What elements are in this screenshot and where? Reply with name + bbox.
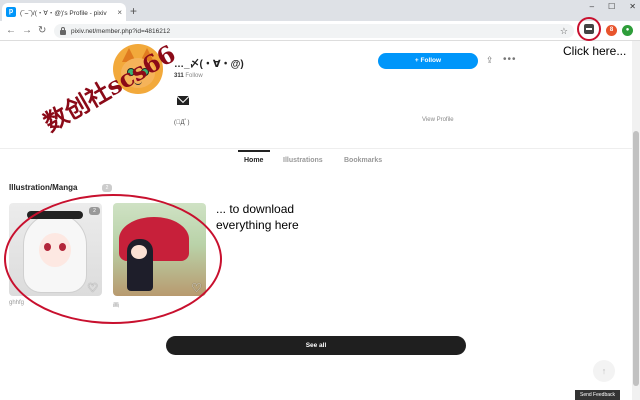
address-bar[interactable]: pixiv.net/member.php?id=4816212 ☆ [54,24,574,38]
work-owner-1[interactable]: ghhfg [9,300,24,306]
tab-title: (‾⌣‾)/(・∀・@)'s Profile - pixiv [20,9,107,17]
reload-button[interactable]: ↻ [38,24,46,38]
follow-button[interactable]: + Follow [378,53,478,69]
scrollbar-thumb[interactable] [633,131,639,386]
new-tab-button[interactable]: + [130,4,137,18]
view-profile-link[interactable]: View Profile [422,117,454,123]
page-scrollbar[interactable] [632,41,640,400]
mail-icon[interactable] [177,96,189,105]
minimize-button[interactable]: – [590,2,594,11]
back-button[interactable]: ← [6,24,16,38]
extension-badge-icon[interactable]: 8 [606,25,617,36]
browser-toolbar: ← → ↻ pixiv.net/member.php?id=4816212 ☆ … [0,21,640,41]
more-options-icon[interactable]: ••• [503,54,517,65]
tabs-divider [0,148,632,149]
maximize-button[interactable]: ☐ [608,2,615,11]
active-tab-indicator [238,150,270,152]
tab-close-icon[interactable]: × [117,8,122,17]
tab-bookmarks[interactable]: Bookmarks [344,157,382,164]
forward-button[interactable]: → [22,24,32,38]
extension-highlight-circle [577,17,601,41]
browser-tab[interactable]: p (‾⌣‾)/(・∀・@)'s Profile - pixiv × [2,3,126,21]
section-title: Illustration/Manga [9,183,78,192]
bookmark-star-icon[interactable]: ☆ [560,26,568,37]
follow-count-label: Follow [185,73,203,79]
screenshot-root: p (‾⌣‾)/(・∀・@)'s Profile - pixiv × + – ☐… [0,0,640,400]
follow-count-number: 311 [174,73,184,79]
share-icon[interactable]: ⇪ [486,55,494,66]
section-count-badge: 2 [102,184,112,192]
annotation-download-text: ... to download everything here [216,201,299,233]
annotation-download-line2: everything here [216,218,299,232]
browser-tabbar: p (‾⌣‾)/(・∀・@)'s Profile - pixiv × + – ☐… [0,0,640,21]
pixiv-favicon-icon: p [6,7,16,17]
url-text[interactable]: pixiv.net/member.php?id=4816212 [71,28,560,35]
window-controls: – ☐ ✕ [590,2,636,11]
lock-icon [60,26,66,35]
annotation-red-oval [4,194,222,324]
follow-count[interactable]: 311 Follow [174,73,203,79]
send-feedback-button[interactable]: Send Feedback [575,390,620,400]
annotation-download-line1: ... to download [216,202,295,216]
scroll-to-top-icon[interactable]: ↑ [593,360,615,382]
extension-green-icon[interactable]: ● [622,25,633,36]
watermark-text: 数创社scs66 [38,38,181,138]
profile-tabs: Home Illustrations Bookmarks [0,150,632,172]
tab-illustrations[interactable]: Illustrations [283,157,323,164]
tab-home[interactable]: Home [244,157,263,164]
annotation-click-here: Click here... [563,44,627,58]
close-window-button[interactable]: ✕ [629,2,636,11]
profile-bio: (ﾟДﾟ) [174,120,190,126]
see-all-button[interactable]: See all [166,336,466,355]
profile-username: …_〆(・∀・@) [174,59,244,70]
